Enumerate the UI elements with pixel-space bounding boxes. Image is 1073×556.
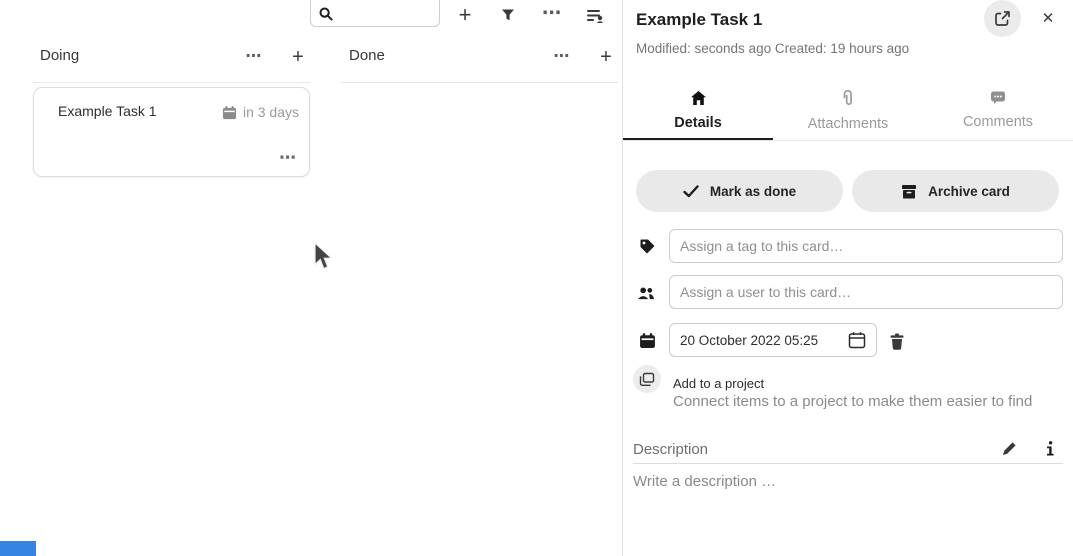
projects-icon: [639, 372, 655, 387]
info-icon: [1046, 441, 1054, 456]
description-info-button[interactable]: [1039, 437, 1061, 459]
assign-user-input[interactable]: [669, 275, 1063, 309]
tab-attachments-label: Attachments: [808, 116, 889, 132]
users-icon: [637, 284, 655, 302]
paperclip-icon: [842, 90, 854, 107]
mark-as-done-label: Mark as done: [710, 184, 796, 199]
column-done-add-button[interactable]: +: [591, 44, 621, 70]
description-placeholder[interactable]: Write a description …: [633, 473, 776, 490]
tab-comments-label: Comments: [963, 114, 1033, 130]
tab-comments[interactable]: Comments: [923, 84, 1073, 141]
add-card-toolbar-button[interactable]: +: [448, 0, 482, 30]
close-icon: ✕: [1042, 9, 1055, 27]
plus-icon: +: [292, 47, 304, 67]
panel-card-title: Example Task 1: [636, 10, 762, 30]
tab-attachments[interactable]: Attachments: [773, 84, 923, 141]
column-doing-menu-button[interactable]: ⋯: [239, 44, 269, 70]
check-icon: [683, 185, 699, 198]
card-menu-button[interactable]: ⋯: [279, 148, 297, 168]
task-card[interactable]: Example Task 1 in 3 days ⋯: [33, 87, 310, 177]
filter-button[interactable]: [491, 0, 525, 30]
search-input[interactable]: [337, 0, 435, 23]
assign-tag-input[interactable]: [669, 229, 1063, 263]
comment-icon: [990, 90, 1006, 105]
column-done-menu-button[interactable]: ⋯: [547, 44, 577, 70]
search-icon: [318, 6, 334, 22]
plus-icon: +: [600, 47, 612, 67]
kanban-board: + ⋯ Doing ⋯ + Example Task 1: [0, 0, 622, 556]
more-icon: ⋯: [279, 148, 297, 167]
assigned-cards-button[interactable]: [578, 0, 612, 30]
home-icon: [690, 90, 707, 106]
column-doing-divider: [33, 82, 310, 83]
assigned-list-icon: [587, 8, 604, 23]
tag-icon: [638, 237, 656, 255]
card-due-label: in 3 days: [243, 104, 299, 120]
open-calendar-button[interactable]: [846, 329, 868, 351]
more-icon: ⋯: [542, 4, 562, 23]
add-to-project-title[interactable]: Add to a project: [673, 376, 764, 391]
calendar-icon: [222, 105, 237, 120]
tab-details[interactable]: Details: [623, 84, 773, 141]
plus-icon: +: [459, 4, 472, 26]
mark-as-done-button[interactable]: Mark as done: [636, 170, 843, 212]
edit-description-button[interactable]: [998, 437, 1020, 459]
tab-details-label: Details: [674, 115, 722, 131]
archive-card-label: Archive card: [928, 184, 1010, 199]
column-title-done: Done: [349, 47, 385, 64]
description-label: Description: [633, 441, 708, 458]
search-input-wrapper[interactable]: [310, 0, 440, 27]
mouse-cursor: [314, 242, 333, 271]
column-doing-add-button[interactable]: +: [283, 44, 313, 70]
panel-tabs: Details Attachments Comments: [623, 84, 1073, 141]
external-link-icon: [994, 10, 1011, 27]
add-to-project-subtitle: Connect items to a project to make them …: [673, 393, 1032, 410]
tabs-baseline: [623, 140, 1073, 141]
description-divider: [633, 463, 1063, 464]
column-done-divider: [341, 82, 618, 83]
card-due-date: in 3 days: [222, 104, 299, 120]
drag-indicator-fragment: [0, 541, 36, 556]
pencil-icon: [1002, 441, 1017, 456]
card-title: Example Task 1: [58, 103, 157, 119]
close-panel-button[interactable]: ✕: [1038, 8, 1058, 28]
calendar-outline-icon: [848, 331, 866, 349]
board-menu-button[interactable]: ⋯: [535, 0, 569, 28]
filter-icon: [501, 8, 515, 22]
project-icon-circle[interactable]: [633, 365, 661, 393]
trash-icon: [889, 333, 913, 350]
card-details-panel: Example Task 1 ✕ Modified: seconds ago C…: [623, 0, 1073, 556]
column-title-doing: Doing: [40, 47, 79, 64]
card-modified-created-meta: Modified: seconds ago Created: 19 hours …: [636, 41, 909, 56]
calendar-icon: [638, 331, 656, 349]
more-icon: ⋯: [246, 49, 263, 65]
remove-due-date-button[interactable]: [889, 329, 913, 353]
open-in-window-button[interactable]: [984, 0, 1021, 37]
archive-icon: [901, 184, 917, 199]
due-date-field[interactable]: 20 October 2022 05:25: [669, 323, 877, 357]
more-icon: ⋯: [554, 49, 571, 65]
due-date-value: 20 October 2022 05:25: [680, 333, 846, 348]
archive-card-button[interactable]: Archive card: [852, 170, 1059, 212]
